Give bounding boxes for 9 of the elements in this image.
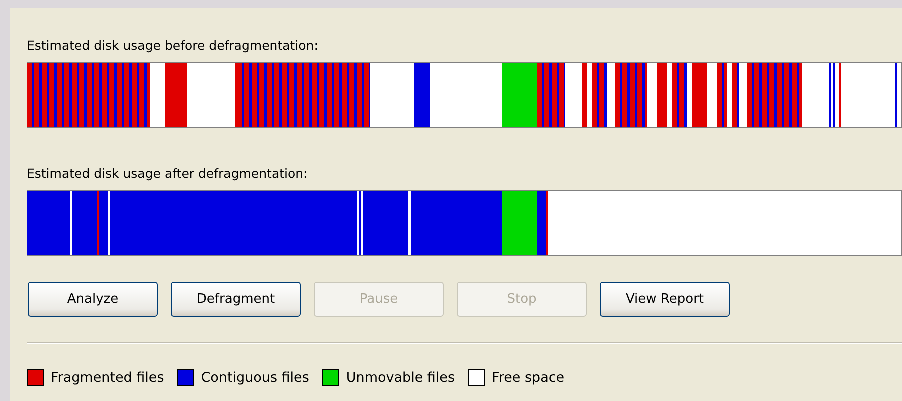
before-usage-label: Estimated disk usage before defragmentation: xyxy=(27,38,320,54)
action-button[interactable]: Analyze xyxy=(28,282,158,317)
action-button[interactable]: Defragment xyxy=(171,282,301,317)
legend-label: Free space xyxy=(492,370,565,386)
after-usage-label: Estimated disk usage after defragmentation: xyxy=(27,166,309,182)
legend-label: Contiguous files xyxy=(201,370,310,386)
legend-label: Fragmented files xyxy=(51,370,164,386)
action-button[interactable]: View Report xyxy=(600,282,730,317)
legend-label: Unmovable files xyxy=(346,370,456,386)
